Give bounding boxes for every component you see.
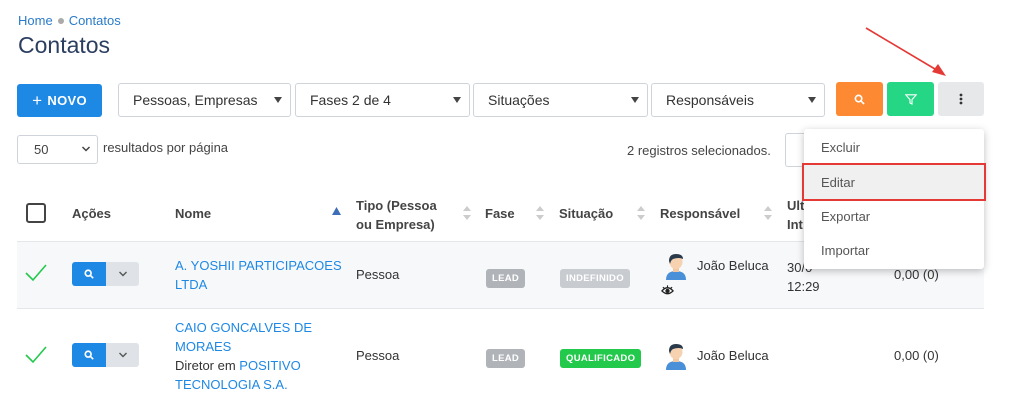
breadcrumb-current[interactable]: Contatos <box>69 13 121 28</box>
page-title: Contatos <box>18 32 111 58</box>
contact-name-line1: A. YOSHII PARTICIPACOES <box>175 258 342 273</box>
contact-name-line2: MORAES <box>175 339 232 354</box>
header-owner[interactable]: Responsável <box>660 206 740 221</box>
deal-value: 0,00 (0) <box>894 348 939 363</box>
search-icon <box>84 269 94 279</box>
check-icon[interactable] <box>25 264 47 282</box>
menu-item-edit[interactable]: Editar <box>802 163 986 201</box>
sort-icon[interactable] <box>764 206 772 220</box>
funnel-icon <box>904 93 917 105</box>
sort-icon[interactable] <box>536 206 544 220</box>
phase-badge: LEAD <box>486 349 526 368</box>
menu-item-import[interactable]: Importar <box>804 233 984 267</box>
contact-cell: CAIO GONCALVES DE MORAES Diretor em POSI… <box>175 318 312 394</box>
eye-icon[interactable] <box>661 284 674 296</box>
row-actions <box>72 343 139 367</box>
check-icon[interactable] <box>25 346 47 364</box>
header-type-line1: Tipo (Pessoa <box>356 198 437 213</box>
filter-owner-select[interactable]: Responsáveis <box>651 83 825 117</box>
status-badge: QUALIFICADO <box>560 349 642 368</box>
sort-ascending-icon[interactable] <box>332 207 341 215</box>
caret-down-icon <box>274 97 282 103</box>
caret-down-icon <box>631 97 639 103</box>
more-options-button[interactable] <box>938 82 984 116</box>
company-link-line1[interactable]: POSITIVO <box>239 358 300 373</box>
menu-item-export[interactable]: Exportar <box>804 199 984 233</box>
header-type[interactable]: Tipo (Pessoa ou Empresa) <box>356 196 437 234</box>
caret-down-icon <box>808 97 816 103</box>
contact-type: Pessoa <box>356 267 400 282</box>
vertical-dots-icon <box>959 93 963 105</box>
sort-icon[interactable] <box>463 206 471 220</box>
chevron-down-icon <box>118 271 127 277</box>
filter-status-select[interactable]: Situações <box>473 83 648 117</box>
avatar <box>666 254 686 280</box>
more-options-menu: Excluir Editar Exportar Importar <box>802 129 986 269</box>
row-divider <box>17 308 984 309</box>
header-type-line2: ou Empresa) <box>356 217 435 232</box>
filter-type-value: Pessoas, Empresas <box>133 92 258 108</box>
search-button[interactable] <box>836 82 883 116</box>
contact-role-prefix: Diretor em <box>175 358 240 373</box>
sort-icon[interactable] <box>637 206 645 220</box>
header-actions: Ações <box>72 206 112 221</box>
breadcrumb-separator <box>57 17 64 24</box>
header-last-line2: Int <box>787 217 803 232</box>
owner-name: João Beluca <box>697 258 769 273</box>
view-contact-button[interactable] <box>72 262 106 286</box>
new-contact-button[interactable]: + NOVO <box>17 84 102 117</box>
avatar <box>666 344 686 370</box>
row-menu-button[interactable] <box>106 262 139 286</box>
header-name[interactable]: Nome <box>175 206 211 221</box>
per-page-label: resultados por página <box>103 140 229 155</box>
filter-button[interactable] <box>887 82 934 116</box>
caret-down-icon <box>453 97 461 103</box>
select-all-checkbox[interactable] <box>26 203 46 223</box>
status-badge: INDEFINIDO <box>560 269 630 288</box>
contact-name-link[interactable]: A. YOSHII PARTICIPACOES LTDA <box>175 256 342 294</box>
contact-name-link[interactable]: CAIO GONCALVES DE MORAES <box>175 318 312 356</box>
contact-type: Pessoa <box>356 348 400 363</box>
selection-status: 2 registros selecionados. <box>627 143 771 158</box>
phase-badge: LEAD <box>486 269 526 288</box>
header-status[interactable]: Situação <box>559 206 613 221</box>
per-page-value: 50 <box>34 142 49 157</box>
owner-name: João Beluca <box>697 348 769 363</box>
header-phase[interactable]: Fase <box>485 206 515 221</box>
breadcrumb-home-link[interactable]: Home <box>18 13 53 28</box>
company-link-line2[interactable]: TECNOLOGIA S.A. <box>175 375 312 394</box>
filter-owner-value: Responsáveis <box>666 92 754 108</box>
last-interaction-time: 12:29 <box>787 279 820 294</box>
filter-phase-value: Fases 2 de 4 <box>310 92 391 108</box>
filter-status-value: Situações <box>488 92 550 108</box>
row-actions <box>72 262 139 286</box>
contact-name-line2: LTDA <box>175 277 208 292</box>
row-menu-button[interactable] <box>106 343 139 367</box>
plus-icon: + <box>32 90 43 110</box>
deal-value: 0,00 (0) <box>894 267 939 282</box>
header-last-interaction[interactable]: Ult Int <box>787 196 804 234</box>
filter-type-select[interactable]: Pessoas, Empresas <box>118 83 291 117</box>
search-icon <box>854 94 865 105</box>
chevron-down-icon <box>118 352 127 358</box>
contact-role: Diretor em POSITIVO <box>175 356 312 375</box>
search-icon <box>84 350 94 360</box>
per-page-select[interactable]: 50 <box>17 135 98 164</box>
menu-item-delete[interactable]: Excluir <box>804 130 984 164</box>
breadcrumb: Home Contatos <box>18 13 121 28</box>
chevron-down-icon <box>81 146 91 152</box>
contact-name-line1: CAIO GONCALVES DE <box>175 320 313 335</box>
annotation-arrow-icon <box>865 27 946 76</box>
view-contact-button[interactable] <box>72 343 106 367</box>
header-last-line1: Ult <box>787 198 805 213</box>
new-button-label: NOVO <box>47 93 87 108</box>
filter-phase-select[interactable]: Fases 2 de 4 <box>295 83 470 117</box>
